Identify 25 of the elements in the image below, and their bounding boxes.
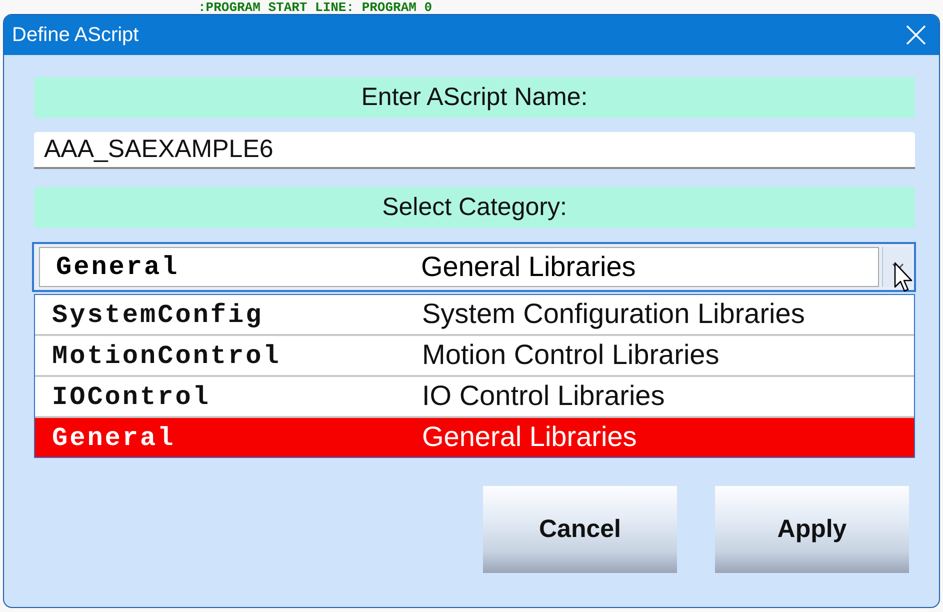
item-description: General Libraries (421, 252, 636, 282)
dropdown-field[interactable]: General General Libraries (39, 247, 879, 287)
list-item[interactable]: SystemConfig System Configuration Libraries (35, 295, 914, 334)
item-code: SystemConfig (52, 300, 264, 330)
name-input[interactable]: AAA_SAEXAMPLE6 (34, 132, 915, 169)
item-description: System Configuration Libraries (422, 299, 805, 330)
dialog-button[interactable]: Apply (715, 486, 909, 573)
item-description: IO Control Libraries (422, 381, 665, 412)
mouse-pointer-icon (894, 262, 914, 294)
dialog-button[interactable]: Cancel (483, 486, 677, 573)
close-icon (906, 25, 926, 45)
item-description: General Libraries (422, 422, 637, 453)
category-dropdown[interactable]: General General Libraries (32, 242, 916, 292)
field-label: Select Category: (34, 187, 915, 228)
item-code: General (52, 422, 176, 452)
item-description: Motion Control Libraries (422, 340, 720, 371)
list-item[interactable]: General General Libraries (35, 416, 914, 457)
field-label: Enter AScript Name: (34, 77, 915, 118)
window-title: Define AScript (12, 24, 139, 46)
item-code: IOControl (52, 382, 210, 412)
close-button[interactable] (906, 25, 926, 45)
item-code: MotionControl (52, 340, 281, 370)
list-item[interactable]: MotionControl Motion Control Libraries (35, 334, 914, 375)
item-code: General (56, 252, 180, 282)
code-line: :PROGRAM START LINE: PROGRAM 0 (198, 0, 432, 15)
